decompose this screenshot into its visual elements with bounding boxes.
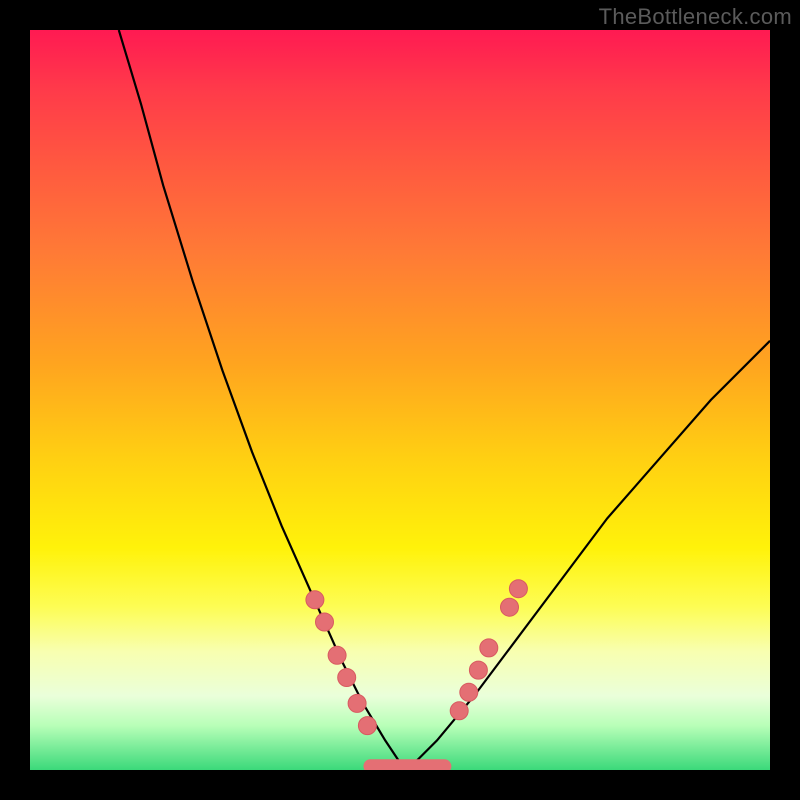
chart-svg xyxy=(30,30,770,770)
data-point xyxy=(460,683,478,701)
data-point xyxy=(509,580,527,598)
data-points-right xyxy=(450,580,527,720)
data-point xyxy=(316,613,334,631)
data-point xyxy=(306,591,324,609)
watermark-text: TheBottleneck.com xyxy=(599,4,792,30)
data-point xyxy=(358,717,376,735)
data-point xyxy=(348,694,366,712)
plot-area xyxy=(30,30,770,770)
data-point xyxy=(480,639,498,657)
data-point xyxy=(338,669,356,687)
data-point xyxy=(501,598,519,616)
data-point xyxy=(328,646,346,664)
data-point xyxy=(450,702,468,720)
data-points-left xyxy=(306,591,377,735)
chart-frame: TheBottleneck.com xyxy=(0,0,800,800)
bottleneck-curve xyxy=(119,30,770,763)
data-point xyxy=(469,661,487,679)
